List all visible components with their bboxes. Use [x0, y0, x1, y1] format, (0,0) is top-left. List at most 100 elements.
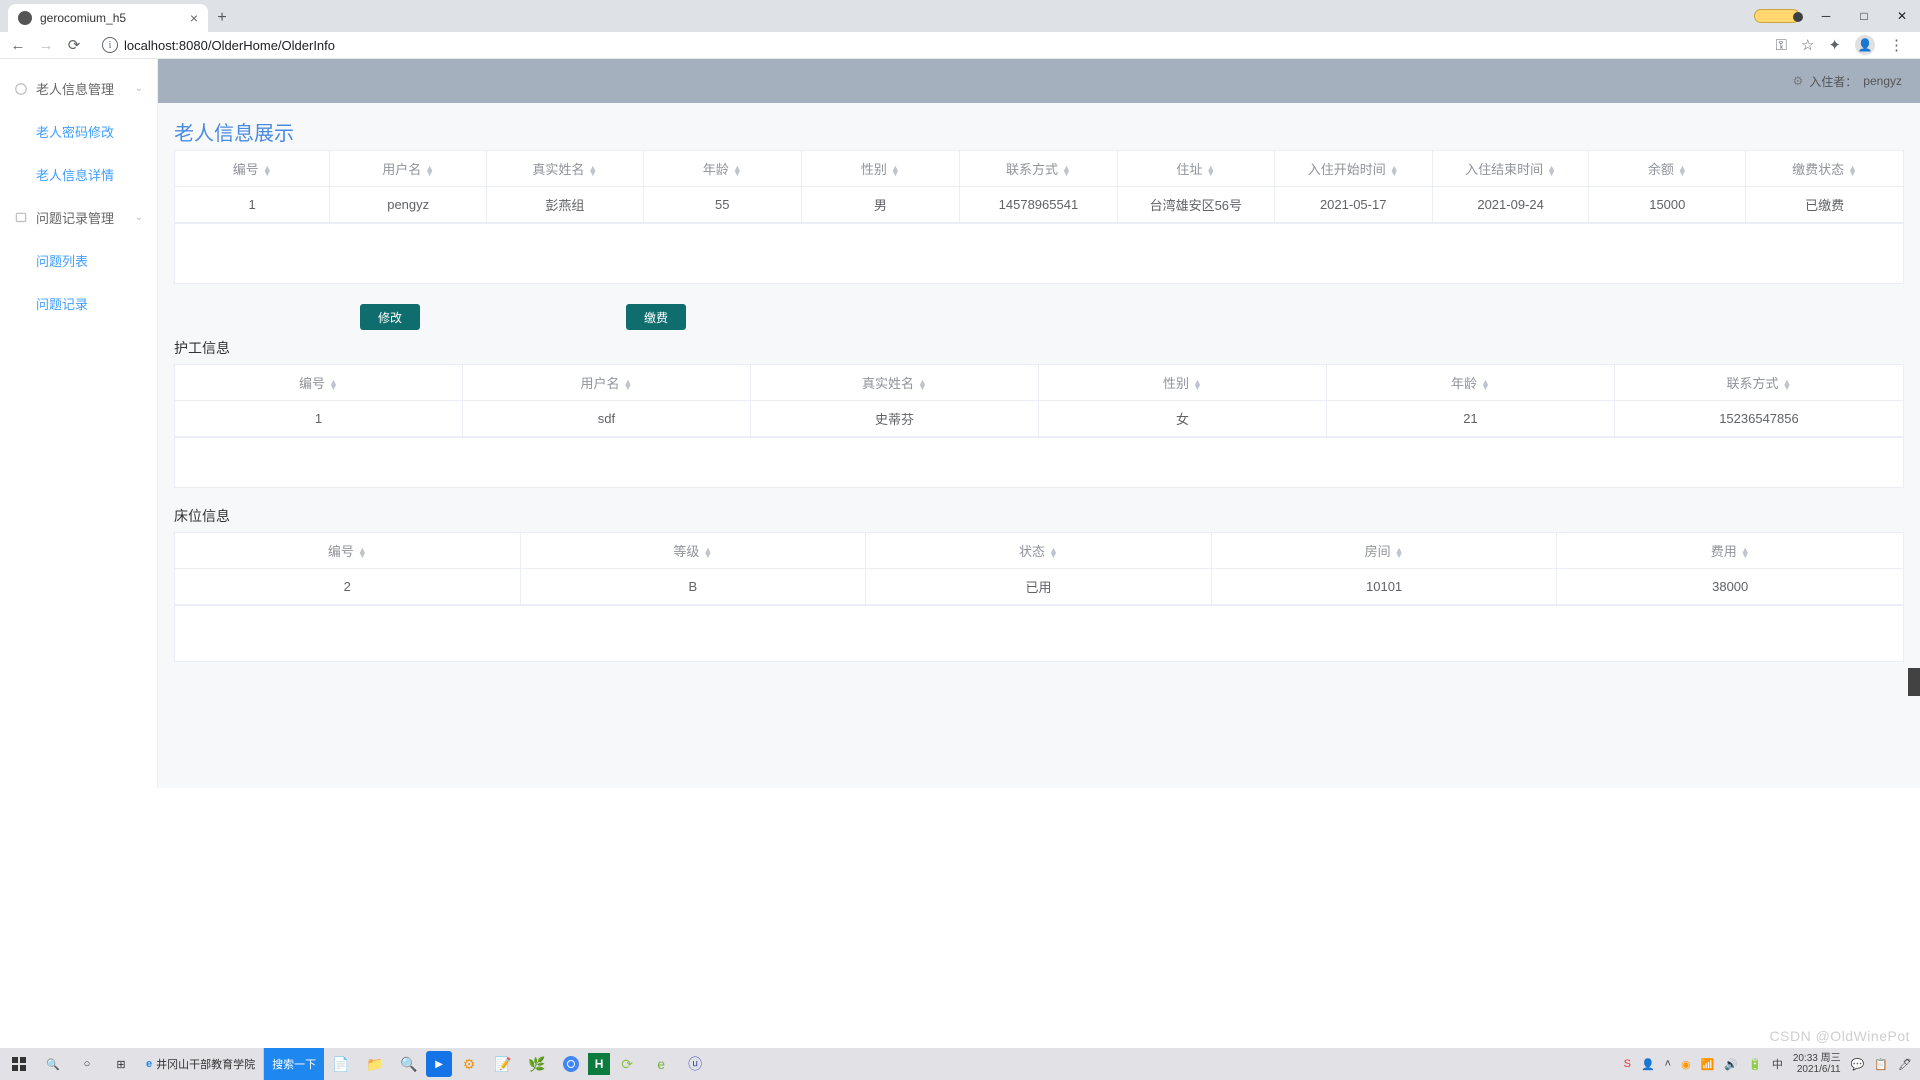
- th-phone[interactable]: 联系方式▲▼: [1615, 365, 1903, 401]
- pay-button[interactable]: 缴费: [626, 304, 686, 330]
- app-icon[interactable]: ⟳: [610, 1048, 644, 1080]
- page-title: 老人信息展示: [174, 117, 1904, 146]
- th-status[interactable]: 状态▲▼: [866, 533, 1212, 569]
- minimize-button[interactable]: ─: [1808, 4, 1844, 28]
- th-gender[interactable]: 性别▲▼: [1039, 365, 1327, 401]
- app-icon[interactable]: 📝: [486, 1048, 520, 1080]
- cell: 2021-05-17: [1275, 187, 1433, 223]
- th-id[interactable]: 编号▲▼: [175, 151, 330, 187]
- tab-close-icon[interactable]: ×: [190, 10, 198, 26]
- th-grade[interactable]: 等级▲▼: [521, 533, 867, 569]
- cell: 女: [1039, 401, 1327, 437]
- th-name[interactable]: 真实姓名▲▼: [487, 151, 644, 187]
- menu-icon[interactable]: ⋮: [1889, 36, 1904, 54]
- scroll-handle[interactable]: [1908, 668, 1920, 696]
- cell: 已缴费: [1746, 187, 1903, 223]
- tray-chevron-icon[interactable]: ˄: [1665, 1058, 1671, 1070]
- address-icons: ⚿ ☆ ✦ 👤 ⋮: [1776, 35, 1912, 55]
- th-user[interactable]: 用户名▲▼: [330, 151, 487, 187]
- sidebar-item-detail[interactable]: 老人信息详情: [0, 153, 157, 196]
- cell: 2: [175, 569, 521, 605]
- battery-icon[interactable]: 🔋: [1748, 1058, 1762, 1071]
- cortana-icon[interactable]: ○: [70, 1048, 104, 1080]
- explorer-icon[interactable]: 📁: [358, 1048, 392, 1080]
- app-icon[interactable]: 🌿: [520, 1048, 554, 1080]
- sort-icon: ▲▼: [1547, 166, 1556, 176]
- th-end[interactable]: 入住结束时间▲▼: [1433, 151, 1590, 187]
- th-fee[interactable]: 费用▲▼: [1557, 533, 1903, 569]
- tray-icon[interactable]: 👤: [1641, 1058, 1655, 1071]
- table-row[interactable]: 2 B 已用 10101 38000: [175, 569, 1903, 605]
- th-phone[interactable]: 联系方式▲▼: [960, 151, 1118, 187]
- app-icon[interactable]: e: [644, 1048, 678, 1080]
- sidebar-item-password[interactable]: 老人密码修改: [0, 110, 157, 153]
- sidebar-group-issue[interactable]: 问题记录管理 ⌄: [0, 196, 157, 239]
- th-start[interactable]: 入住开始时间▲▼: [1275, 151, 1433, 187]
- forward-button[interactable]: →: [36, 35, 56, 55]
- elder-table-wrap: 编号▲▼ 用户名▲▼ 真实姓名▲▼ 年龄▲▼ 性别▲▼ 联系方式▲▼ 住址▲▼ …: [174, 150, 1904, 284]
- sort-icon: ▲▼: [733, 166, 742, 176]
- th-id[interactable]: 编号▲▼: [175, 365, 463, 401]
- app-icon[interactable]: ⚙: [452, 1048, 486, 1080]
- wifi-icon[interactable]: 📶: [1701, 1058, 1715, 1071]
- chrome-icon[interactable]: [554, 1048, 588, 1080]
- search-button[interactable]: 🔍: [36, 1048, 70, 1080]
- settings-icon[interactable]: ⚙: [1793, 74, 1804, 88]
- clock[interactable]: 20:33 周三 2021/6/11: [1793, 1053, 1841, 1075]
- topbar-label: 入住者：: [1809, 73, 1857, 90]
- reload-button[interactable]: ⟳: [64, 35, 84, 55]
- app-icon[interactable]: 🔍: [392, 1048, 426, 1080]
- elder-table: 编号▲▼ 用户名▲▼ 真实姓名▲▼ 年龄▲▼ 性别▲▼ 联系方式▲▼ 住址▲▼ …: [174, 150, 1904, 224]
- tray-icon[interactable]: 💬: [1851, 1058, 1865, 1071]
- tray-icon[interactable]: S: [1624, 1058, 1631, 1070]
- profile-avatar-icon[interactable]: 👤: [1855, 35, 1875, 55]
- app-icon[interactable]: H: [588, 1053, 610, 1075]
- ime-icon[interactable]: 中: [1772, 1056, 1783, 1072]
- th-user[interactable]: 用户名▲▼: [463, 365, 751, 401]
- edit-button[interactable]: 修改: [360, 304, 420, 330]
- ie-taskbar-item[interactable]: e 井冈山干部教育学院: [138, 1048, 264, 1080]
- search-pinned[interactable]: 搜索一下: [264, 1048, 324, 1080]
- maximize-button[interactable]: □: [1846, 4, 1882, 28]
- url-field[interactable]: i localhost:8080/OlderHome/OlderInfo: [92, 34, 1768, 56]
- sidebar-item-qrecord[interactable]: 问题记录: [0, 282, 157, 325]
- chevron-down-icon: ⌄: [135, 212, 143, 223]
- th-name[interactable]: 真实姓名▲▼: [751, 365, 1039, 401]
- back-button[interactable]: ←: [8, 35, 28, 55]
- star-icon[interactable]: ☆: [1801, 36, 1814, 54]
- volume-icon[interactable]: 🔊: [1724, 1058, 1738, 1071]
- app-icon[interactable]: ▶: [426, 1051, 452, 1077]
- th-age[interactable]: 年龄▲▼: [1327, 365, 1615, 401]
- browser-tab[interactable]: gerocomium_h5 ×: [8, 4, 208, 32]
- sort-icon: ▲▼: [263, 166, 272, 176]
- tray-icon[interactable]: 🖊: [1898, 1058, 1912, 1071]
- app-icon[interactable]: 📄: [324, 1048, 358, 1080]
- th-id[interactable]: 编号▲▼: [175, 533, 521, 569]
- taskview-icon[interactable]: ⊞: [104, 1048, 138, 1080]
- key-icon[interactable]: ⚿: [1776, 37, 1787, 54]
- saved-passwords-pill[interactable]: [1754, 9, 1800, 23]
- th-age[interactable]: 年龄▲▼: [644, 151, 802, 187]
- tab-strip: gerocomium_h5 × + ─ □ ✕: [0, 0, 1920, 32]
- th-room[interactable]: 房间▲▼: [1212, 533, 1558, 569]
- th-pay[interactable]: 缴费状态▲▼: [1746, 151, 1903, 187]
- system-tray: S 👤 ˄ ◉ 📶 🔊 🔋 中 20:33 周三 2021/6/11 💬 📋 🖊: [1624, 1053, 1918, 1075]
- tray-icon[interactable]: 📋: [1874, 1058, 1888, 1071]
- start-button[interactable]: [2, 1048, 36, 1080]
- sidebar-group-elder[interactable]: 老人信息管理 ⌄: [0, 67, 157, 110]
- chevron-down-icon: ⌄: [135, 83, 143, 94]
- sidebar-item-qlist[interactable]: 问题列表: [0, 239, 157, 282]
- tray-icon[interactable]: ◉: [1681, 1058, 1691, 1071]
- cell: pengyz: [330, 187, 487, 223]
- app-icon[interactable]: ⓤ: [678, 1048, 712, 1080]
- table-row[interactable]: 1 sdf 史蒂芬 女 21 15236547856: [175, 401, 1903, 437]
- table-row[interactable]: 1 pengyz 彭燕组 55 男 14578965541 台湾雄安区56号 2…: [175, 187, 1903, 223]
- th-addr[interactable]: 住址▲▼: [1118, 151, 1275, 187]
- sort-icon: ▲▼: [918, 380, 927, 390]
- th-gender[interactable]: 性别▲▼: [802, 151, 960, 187]
- th-balance[interactable]: 余额▲▼: [1589, 151, 1746, 187]
- site-info-icon[interactable]: i: [102, 37, 118, 53]
- new-tab-button[interactable]: +: [208, 4, 236, 32]
- extensions-icon[interactable]: ✦: [1828, 36, 1841, 54]
- close-window-button[interactable]: ✕: [1884, 4, 1920, 28]
